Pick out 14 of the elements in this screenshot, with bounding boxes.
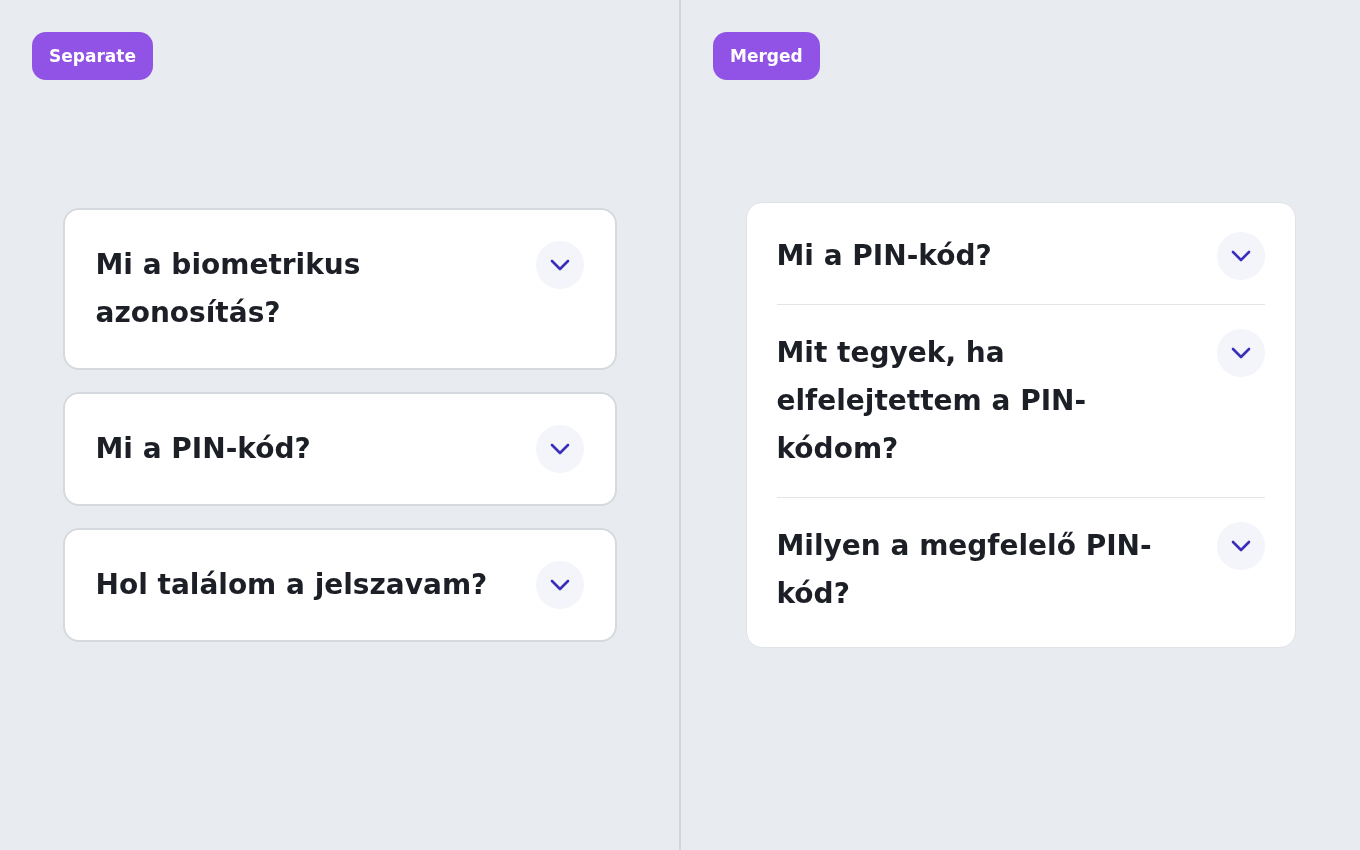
question-text[interactable]: Milyen a megfelelő PIN-kód? bbox=[776, 522, 1193, 618]
question-text[interactable]: Mit tegyek, ha elfelejtettem a PIN-kódom? bbox=[776, 329, 1193, 473]
expand-button[interactable] bbox=[1216, 232, 1265, 280]
question-text[interactable]: Mi a PIN-kód? bbox=[776, 232, 1193, 280]
expand-button[interactable] bbox=[1216, 522, 1265, 570]
question-text[interactable]: Hol találom a jelszavam? bbox=[95, 561, 512, 609]
expand-button[interactable] bbox=[535, 241, 584, 289]
expand-button[interactable] bbox=[535, 425, 584, 473]
question-text[interactable]: Mi a biometrikus azonosítás? bbox=[95, 241, 512, 337]
expand-button[interactable] bbox=[1216, 329, 1265, 377]
label-badge: Separate bbox=[32, 32, 153, 80]
question-text[interactable]: Mi a PIN-kód? bbox=[95, 425, 512, 473]
expand-button[interactable] bbox=[535, 561, 584, 609]
label-badge: Merged bbox=[713, 32, 820, 80]
